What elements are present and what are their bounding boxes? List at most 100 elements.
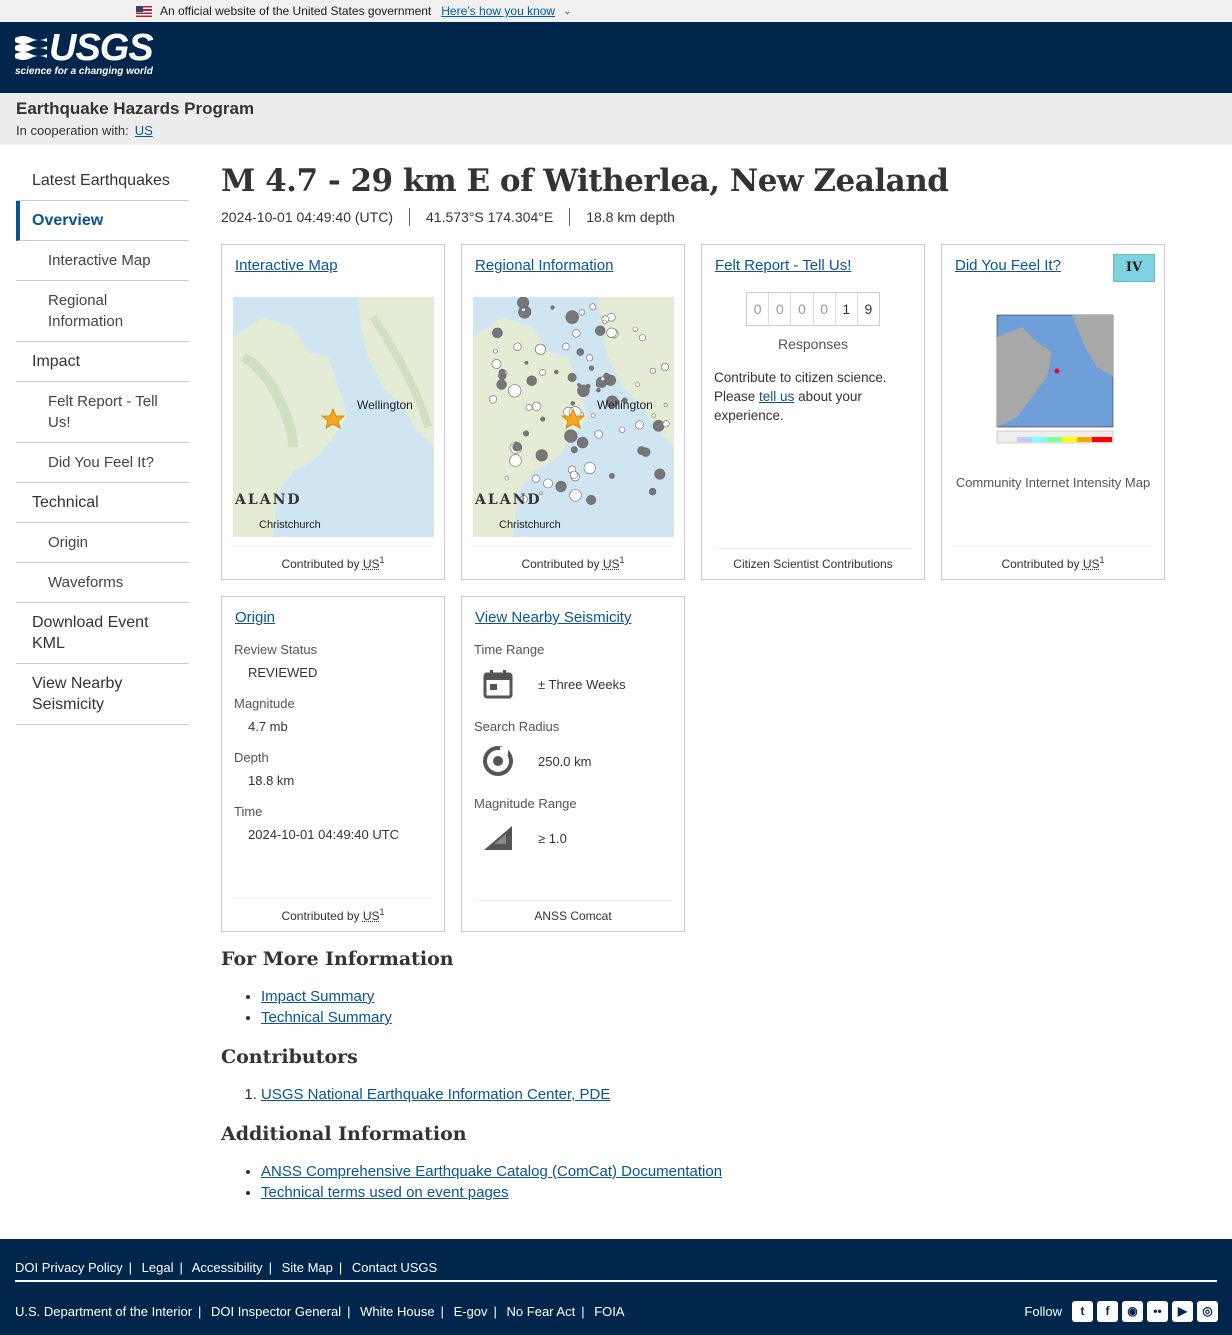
earthquake-marker: [550, 305, 555, 310]
counter-digit: 0: [791, 293, 814, 325]
sidebar-item-nearby-seismicity[interactable]: View Nearby Seismicity: [16, 664, 189, 725]
footer-link-inspector[interactable]: DOI Inspector General: [211, 1304, 341, 1319]
earthquake-marker: [586, 495, 597, 506]
card-interactive-map[interactable]: Interactive Map Wellington ALAND Christc…: [221, 244, 445, 580]
footer-link-whitehouse[interactable]: White House: [360, 1304, 434, 1319]
earthquake-marker: [648, 487, 657, 496]
earthquake-marker: [570, 446, 578, 454]
footer-link-foia[interactable]: FOIA: [594, 1304, 624, 1319]
earthquake-marker: [596, 387, 601, 393]
earthquake-marker: [554, 369, 559, 375]
footer-link-accessibility[interactable]: Accessibility: [192, 1260, 263, 1275]
sidebar-item-origin[interactable]: Origin: [16, 523, 189, 563]
card-title-origin[interactable]: Origin: [235, 609, 432, 626]
instagram-icon[interactable]: ◎: [1197, 1301, 1218, 1322]
earthquake-marker: [540, 416, 546, 422]
earthquake-marker: [572, 329, 581, 338]
card-title-nearby-seismicity[interactable]: View Nearby Seismicity: [475, 609, 672, 626]
earthquake-marker: [594, 429, 603, 439]
earthquake-marker: [492, 348, 498, 354]
footer-link-doi[interactable]: U.S. Department of the Interior: [15, 1304, 192, 1319]
card-regional-information[interactable]: Regional Information Wellington ALAND Ch…: [461, 244, 685, 580]
twitter-icon[interactable]: t: [1072, 1301, 1093, 1322]
gov-banner-text: An official website of the United States…: [160, 4, 432, 18]
footer-link-contact[interactable]: Contact USGS: [352, 1260, 437, 1275]
citizen-science-text: Contribute to citizen science. Please te…: [714, 368, 912, 425]
technical-terms-link[interactable]: Technical terms used on event pages: [261, 1184, 509, 1201]
earthquake-marker: [576, 348, 585, 356]
sidebar-item-impact[interactable]: Impact: [16, 342, 189, 382]
heres-how-you-know-link[interactable]: Here’s how you know: [441, 4, 555, 18]
contributed-by-label: Contributed by: [281, 909, 360, 923]
earthquake-marker: [517, 297, 530, 309]
sidebar-item-overview[interactable]: Overview: [16, 201, 189, 241]
follow-label: Follow: [1024, 1304, 1062, 1319]
card-footer-interactive-map: Contributed by US1: [234, 546, 432, 571]
sidebar-item-waveforms[interactable]: Waveforms: [16, 563, 189, 603]
earthquake-marker: [583, 462, 596, 475]
youtube-icon[interactable]: ▶: [1172, 1301, 1193, 1322]
depth-value: 18.8 km: [248, 773, 295, 788]
review-status-value: REVIEWED: [248, 665, 318, 680]
card-nearby-seismicity[interactable]: View Nearby Seismicity Time Range ± Thre…: [461, 596, 685, 932]
footer-link-privacy[interactable]: DOI Privacy Policy: [15, 1260, 123, 1275]
technical-summary-link[interactable]: Technical Summary: [261, 1009, 392, 1026]
footer-link-egov[interactable]: E-gov: [454, 1304, 488, 1319]
card-title-interactive-map[interactable]: Interactive Map: [235, 257, 432, 274]
footer-link-sitemap[interactable]: Site Map: [282, 1260, 333, 1275]
comcat-docs-link[interactable]: ANSS Comprehensive Earthquake Catalog (C…: [261, 1163, 722, 1180]
earthquake-marker: [619, 426, 626, 433]
cooperation-label: In cooperation with:: [16, 123, 129, 138]
review-status-label: Review Status: [234, 642, 318, 657]
impact-summary-link[interactable]: Impact Summary: [261, 988, 374, 1005]
contributor-ref: 1: [379, 555, 385, 565]
footer-links-secondary: U.S. Department of the Interior | DOI Ins…: [15, 1304, 625, 1319]
site-title[interactable]: Earthquake Hazards Program: [16, 99, 1232, 119]
regional-map-thumbnail[interactable]: Wellington ALAND Christchurch: [473, 297, 674, 537]
time-range-row: ± Three Weeks: [474, 665, 672, 703]
list-item: ANSS Comprehensive Earthquake Catalog (C…: [261, 1161, 1121, 1182]
earthquake-marker: [526, 375, 537, 386]
card-title-regional-information[interactable]: Regional Information: [475, 257, 672, 274]
list-item: USGS National Earthquake Information Cen…: [261, 1084, 1121, 1105]
contributor-ref: 1: [619, 555, 625, 565]
card-felt-report[interactable]: Felt Report - Tell Us! 0 0 0 0 1 9 Respo…: [701, 244, 925, 580]
footer-link-nofear[interactable]: No Fear Act: [507, 1304, 576, 1319]
interactive-map-thumbnail[interactable]: Wellington ALAND Christchurch: [233, 297, 434, 537]
facebook-icon[interactable]: f: [1097, 1301, 1118, 1322]
contributed-by-label: Contributed by: [521, 557, 600, 571]
earthquake-marker: [638, 334, 646, 342]
magnitude-range-row: ≥ 1.0: [474, 819, 672, 857]
dyfi-intensity-map-thumbnail[interactable]: [977, 297, 1129, 457]
counter-digit: 0: [747, 293, 770, 325]
contributors-section: Contributors USGS National Earthquake In…: [221, 1046, 1121, 1105]
chevron-down-icon[interactable]: ⌄: [563, 6, 571, 17]
regional-label-zealand: ALAND: [474, 492, 542, 508]
flickr-icon[interactable]: ••: [1147, 1301, 1168, 1322]
sidebar-item-regional-information[interactable]: Regional Information: [16, 281, 189, 342]
card-title-felt-report[interactable]: Felt Report - Tell Us!: [715, 257, 912, 274]
time-value: 2024-10-01 04:49:40 UTC: [248, 827, 400, 842]
github-icon[interactable]: ◉: [1122, 1301, 1143, 1322]
neic-contributor-link[interactable]: USGS National Earthquake Information Cen…: [261, 1086, 610, 1103]
search-radius-value: 250.0 km: [538, 753, 592, 769]
sidebar-item-technical[interactable]: Technical: [16, 483, 189, 523]
footer-link-legal[interactable]: Legal: [142, 1260, 174, 1275]
card-origin[interactable]: Origin Review Status REVIEWED Magnitude …: [221, 596, 445, 932]
earthquake-marker: [635, 382, 640, 387]
earthquake-marker: [569, 489, 582, 502]
card-footer-dyfi: Contributed by US1: [954, 546, 1152, 571]
tell-us-link[interactable]: tell us: [759, 389, 794, 404]
cooperation-link-us[interactable]: US: [135, 123, 153, 138]
card-footer-origin: Contributed by US1: [234, 898, 432, 923]
us-flag-icon: [136, 5, 152, 17]
contributor-ref: 1: [1099, 555, 1105, 565]
card-did-you-feel-it[interactable]: Did You Feel It? IV Community Internet I…: [941, 244, 1165, 580]
sidebar-item-latest-earthquakes[interactable]: Latest Earthquakes: [16, 161, 189, 201]
sidebar-item-interactive-map[interactable]: Interactive Map: [16, 241, 189, 281]
card-footer-seismicity: ANSS Comcat: [474, 900, 672, 923]
sidebar-item-download-kml[interactable]: Download Event KML: [16, 603, 189, 664]
magnitude-range-label: Magnitude Range: [474, 796, 577, 811]
sidebar-item-did-you-feel-it[interactable]: Did You Feel It?: [16, 443, 189, 483]
sidebar-item-felt-report[interactable]: Felt Report - Tell Us!: [16, 382, 189, 443]
